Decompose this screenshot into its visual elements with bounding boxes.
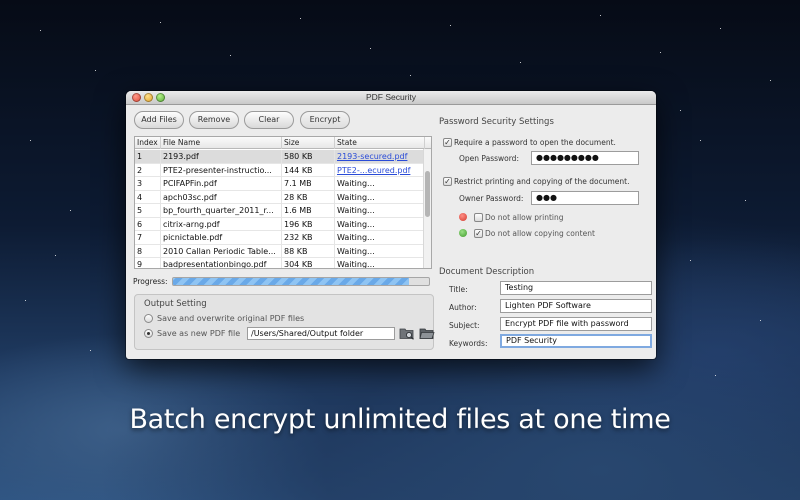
owner-password-input[interactable]: ●●● <box>531 191 639 205</box>
table-row[interactable]: 4 apch03sc.pdf 28 KB Waiting... <box>135 190 425 204</box>
remove-button[interactable]: Remove <box>189 111 239 129</box>
clear-button[interactable]: Clear <box>244 111 294 129</box>
cell-size: 580 KB <box>282 150 335 163</box>
cell-state: Waiting... <box>335 231 425 244</box>
owner-password-label: Owner Password: <box>459 194 524 203</box>
promo-tagline: Batch encrypt unlimited files at one tim… <box>129 404 671 435</box>
copy-status-green-icon <box>459 229 467 237</box>
title-input[interactable]: Testing <box>500 281 652 295</box>
cell-file-name: PCIFAPFin.pdf <box>161 177 282 190</box>
cell-file-name: 2010 Callan Periodic Table... <box>161 244 282 258</box>
output-path-input[interactable]: /Users/Shared/Output folder <box>247 327 395 340</box>
print-status-red-icon <box>459 213 467 221</box>
cell-file-name: apch03sc.pdf <box>161 190 282 204</box>
cell-file-name: citrix-arng.pdf <box>161 217 282 231</box>
cell-index: 7 <box>135 231 161 244</box>
progress-bar <box>172 277 430 286</box>
cell-state[interactable]: PTE2-...ecured.pdf <box>335 163 425 177</box>
restrict-label[interactable]: Restrict printing and copying of the doc… <box>454 177 629 186</box>
cell-file-name: picnictable.pdf <box>161 231 282 244</box>
cell-size: 144 KB <box>282 163 335 177</box>
output-setting-title: Output Setting <box>144 299 207 309</box>
cell-state: Waiting... <box>335 190 425 204</box>
cell-size: 7.1 MB <box>282 177 335 190</box>
cell-file-name: 2193.pdf <box>161 150 282 163</box>
table-row[interactable]: 7 picnictable.pdf 232 KB Waiting... <box>135 231 425 245</box>
column-header-file-name[interactable]: File Name <box>161 137 282 149</box>
open-password-label: Open Password: <box>459 154 519 163</box>
author-input[interactable]: Lighten PDF Software <box>500 299 652 313</box>
file-table[interactable]: Index File Name Size State 1 2193.pdf 580 … <box>134 136 432 269</box>
cell-size: 232 KB <box>282 231 335 244</box>
title-bar[interactable]: PDF Security <box>126 91 656 105</box>
table-row[interactable]: 9 badpresentationbingo.pdf 304 KB Waiting..… <box>135 258 425 268</box>
browse-folder-icon[interactable] <box>399 326 415 340</box>
progress-label: Progress: <box>133 277 168 286</box>
column-header-state[interactable]: State <box>335 137 425 149</box>
author-field-label: Author: <box>449 303 477 312</box>
cell-index: 5 <box>135 204 161 217</box>
table-row[interactable]: 5 bp_fourth_quarter_2011_r... 1.6 MB Waitin… <box>135 204 425 218</box>
open-password-input[interactable]: ●●●●●●●●● <box>531 151 639 165</box>
cell-size: 88 KB <box>282 244 335 258</box>
cell-index: 6 <box>135 217 161 231</box>
table-row[interactable]: 8 2010 Callan Periodic Table... 88 KB Waiti… <box>135 244 425 258</box>
keywords-field-label: Keywords: <box>449 339 488 348</box>
scroll-thumb[interactable] <box>425 171 430 217</box>
save-new-radio-label[interactable]: Save as new PDF file <box>157 329 240 338</box>
password-settings-title: Password Security Settings <box>439 117 554 127</box>
cell-index: 2 <box>135 163 161 177</box>
document-description-title: Document Description <box>439 267 535 277</box>
table-row[interactable]: 1 2193.pdf 580 KB 2193-secured.pdf <box>135 150 425 164</box>
subject-field-label: Subject: <box>449 321 480 330</box>
output-setting-group: Output Setting Save and overwrite origin… <box>134 294 435 350</box>
table-scrollbar[interactable] <box>423 149 431 268</box>
window-title: PDF Security <box>365 92 417 102</box>
table-row[interactable]: 6 citrix-arng.pdf 196 KB Waiting... <box>135 217 425 231</box>
no-copy-label[interactable]: Do not allow copying content <box>485 229 595 238</box>
encrypt-button[interactable]: Encrypt <box>300 111 350 129</box>
cell-state: Waiting... <box>335 258 425 268</box>
cell-size: 196 KB <box>282 217 335 231</box>
no-copy-checkbox[interactable]: ✓ <box>474 229 483 238</box>
column-header-index[interactable]: Index <box>135 137 161 149</box>
table-row[interactable]: 3 PCIFAPFin.pdf 7.1 MB Waiting... <box>135 177 425 191</box>
column-header-size[interactable]: Size <box>282 137 335 149</box>
table-row[interactable]: 2 PTE2-presenter-instructio... 144 KB PTE2-… <box>135 163 425 177</box>
keywords-input[interactable]: PDF Security <box>500 334 652 348</box>
title-field-label: Title: <box>449 285 468 294</box>
cell-state: Waiting... <box>335 177 425 190</box>
cell-index: 8 <box>135 244 161 258</box>
cell-file-name: PTE2-presenter-instructio... <box>161 163 282 177</box>
cell-file-name: bp_fourth_quarter_2011_r... <box>161 204 282 217</box>
cell-state: Waiting... <box>335 217 425 231</box>
add-files-button[interactable]: Add Files <box>134 111 184 129</box>
cell-size: 28 KB <box>282 190 335 204</box>
subject-input[interactable]: Encrypt PDF file with password <box>500 317 652 331</box>
overwrite-radio-label[interactable]: Save and overwrite original PDF files <box>157 314 304 323</box>
cell-index: 3 <box>135 177 161 190</box>
cell-file-name: badpresentationbingo.pdf <box>161 258 282 268</box>
cell-state: Waiting... <box>335 244 425 258</box>
cell-index: 4 <box>135 190 161 204</box>
require-password-checkbox[interactable]: ✓ <box>443 138 452 147</box>
require-password-label[interactable]: Require a password to open the document. <box>454 138 616 147</box>
open-folder-icon[interactable] <box>419 326 435 340</box>
cell-index: 9 <box>135 258 161 268</box>
save-new-radio[interactable] <box>144 329 153 338</box>
cell-size: 1.6 MB <box>282 204 335 217</box>
pdf-security-window: PDF Security Add Files Remove Clear Encr… <box>126 91 656 359</box>
no-print-checkbox[interactable] <box>474 213 483 222</box>
cell-size: 304 KB <box>282 258 335 268</box>
progress-fill <box>173 278 409 285</box>
restrict-checkbox[interactable]: ✓ <box>443 177 452 186</box>
table-header: Index File Name Size State <box>135 137 431 149</box>
no-print-label[interactable]: Do not allow printing <box>485 213 564 222</box>
cell-state[interactable]: 2193-secured.pdf <box>335 150 425 163</box>
overwrite-radio[interactable] <box>144 314 153 323</box>
cell-state: Waiting... <box>335 204 425 217</box>
cell-index: 1 <box>135 150 161 163</box>
